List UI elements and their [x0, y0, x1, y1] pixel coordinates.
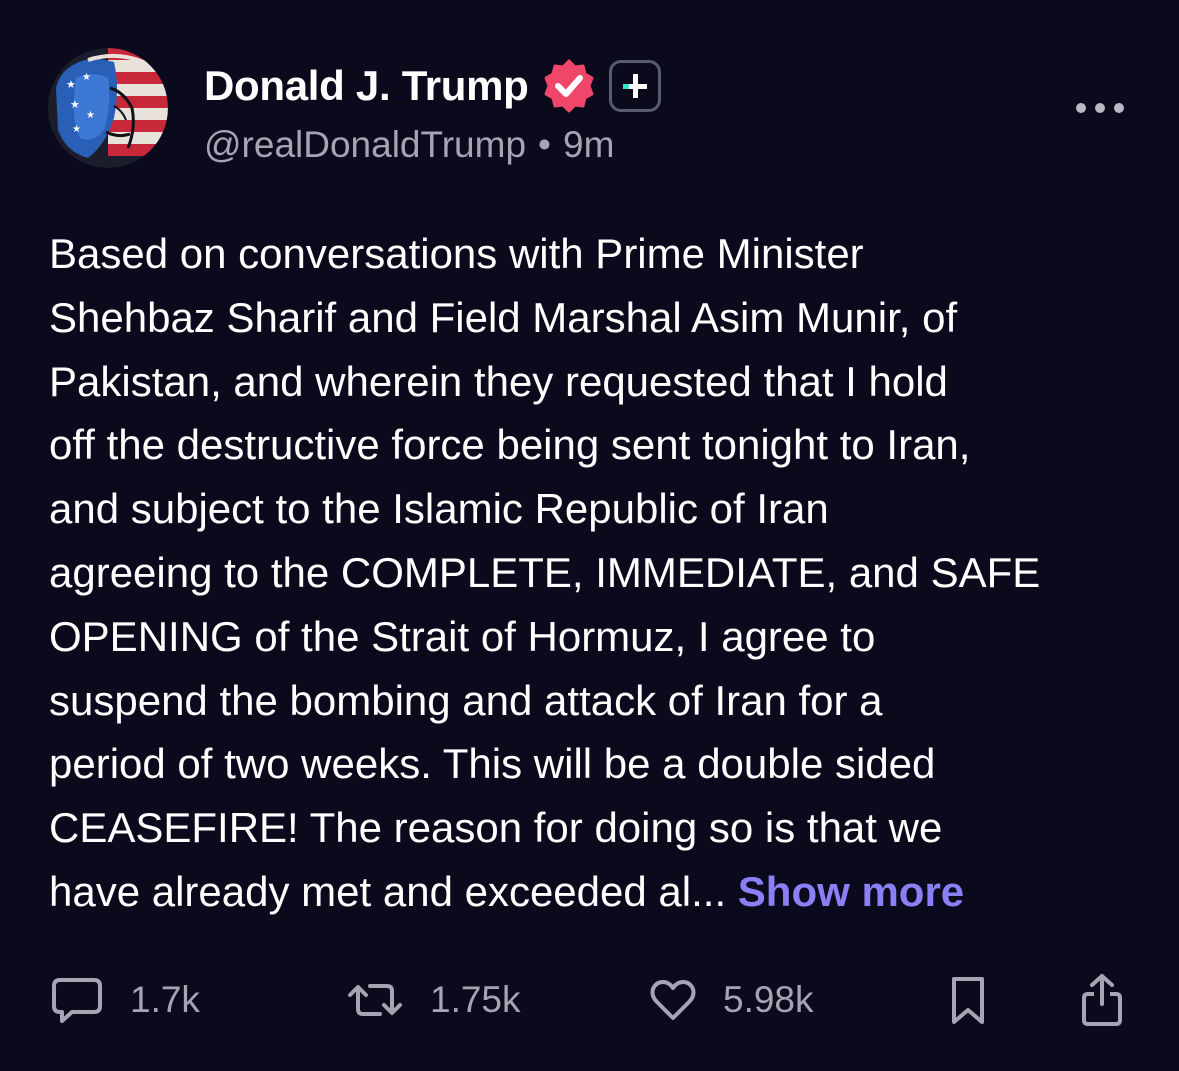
post-line: and subject to the Islamic Republic of I… [49, 485, 829, 533]
reply-count: 1.7k [130, 979, 200, 1020]
post-line: period of two weeks. This will be a doub… [49, 740, 936, 788]
post-line: off the destructive force being sent ton… [49, 421, 971, 469]
post-line-truncated: have already met and exceeded al... [49, 867, 727, 915]
repost-icon [348, 984, 402, 1016]
more-options-icon[interactable] [1076, 96, 1124, 120]
avatar[interactable]: ★ ★ ★ ★ ★ [48, 48, 168, 168]
svg-text:★: ★ [86, 110, 95, 121]
author-name-row: Donald J. Trump [204, 58, 661, 114]
post-line: suspend the bombing and attack of Iran f… [49, 676, 883, 724]
author-display-name[interactable]: Donald J. Trump [204, 62, 529, 110]
post-line: OPENING of the Strait of Hormuz, I agree… [49, 612, 876, 660]
heart-icon [650, 980, 696, 1020]
show-more-link[interactable]: Show more [738, 868, 964, 915]
avatar-image: ★ ★ ★ ★ ★ [48, 48, 168, 168]
post-line-last: have already met and exceeded al... Show… [49, 860, 1144, 924]
post-line: Based on conversations with Prime Minist… [49, 230, 864, 277]
svg-text:★: ★ [66, 78, 76, 91]
repost-button[interactable]: 1.75k [346, 970, 521, 1030]
bookmark-button[interactable] [948, 970, 988, 1030]
share-button[interactable] [1080, 970, 1124, 1030]
post-card: ★ ★ ★ ★ ★ Donald J. Trump @realDonaldTru… [0, 0, 1179, 1071]
author-meta-row: @realDonaldTrump • 9m [204, 122, 614, 168]
like-count: 5.98k [723, 979, 814, 1020]
post-line: CEASEFIRE! The reason for doing so is th… [49, 804, 943, 852]
post-line: Shehbaz Sharif and Field Marshal Asim Mu… [49, 293, 958, 341]
post-body: Based on conversations with Prime Minist… [49, 222, 1144, 924]
svg-text:★: ★ [72, 124, 81, 135]
author-handle[interactable]: @realDonaldTrump [204, 124, 526, 166]
bookmark-icon [952, 977, 984, 1024]
verified-badge-icon [541, 58, 597, 114]
post-line: Pakistan, and wherein they requested tha… [49, 357, 948, 405]
post-timestamp[interactable]: 9m [563, 124, 614, 166]
reply-button[interactable]: 1.7k [50, 970, 200, 1030]
svg-text:★: ★ [82, 72, 91, 83]
like-button[interactable]: 5.98k [649, 970, 814, 1030]
meta-separator: • [538, 124, 552, 165]
post-line: agreeing to the COMPLETE, IMMEDIATE, and… [49, 548, 1041, 596]
plus-badge-icon [608, 60, 661, 112]
repost-count: 1.75k [430, 979, 521, 1020]
reply-icon [52, 978, 102, 1023]
share-icon [1082, 974, 1122, 1026]
svg-text:★: ★ [70, 98, 80, 111]
